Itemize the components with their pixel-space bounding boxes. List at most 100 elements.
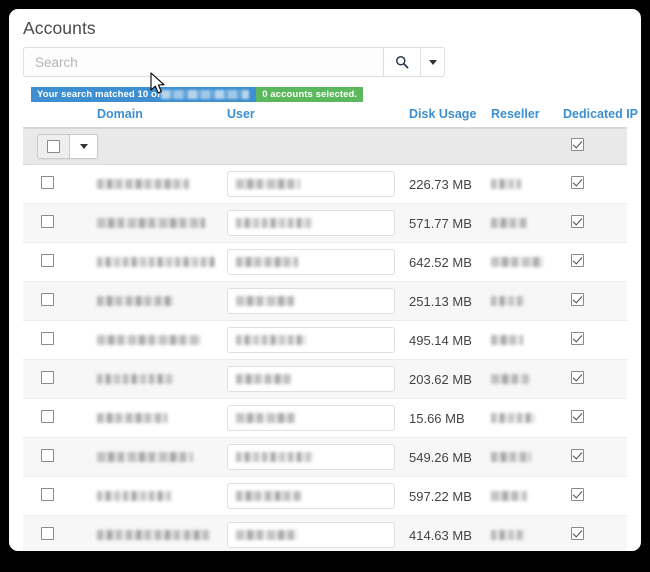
disk-usage-cell: 495.14 MB	[409, 320, 491, 360]
dedicated-ip-cell	[563, 515, 627, 551]
redacted-domain	[97, 217, 205, 228]
table-row[interactable]: 203.62 MB	[23, 359, 627, 399]
search-button[interactable]	[383, 47, 421, 77]
row-select-checkbox[interactable]	[41, 254, 54, 267]
redacted-reseller	[491, 529, 525, 540]
search-input[interactable]	[23, 47, 383, 77]
row-select-checkbox[interactable]	[41, 449, 54, 462]
reseller-cell	[491, 203, 563, 243]
user-cell	[227, 242, 409, 282]
select-all-cell	[23, 128, 563, 165]
row-select-checkbox[interactable]	[41, 176, 54, 189]
select-all-checkbox[interactable]	[47, 140, 60, 153]
row-select-cell	[23, 476, 97, 516]
row-select-checkbox[interactable]	[41, 410, 54, 423]
redacted-reseller	[491, 373, 529, 384]
table-row[interactable]: 642.52 MB	[23, 242, 627, 282]
domain-cell	[97, 320, 227, 360]
accounts-card: Accounts Your search matched 10 of 0 acc…	[9, 9, 641, 551]
page-title: Accounts	[23, 18, 96, 38]
domain-cell	[97, 242, 227, 282]
redacted-domain	[97, 412, 167, 423]
chevron-down-icon	[428, 59, 437, 65]
table-row[interactable]: 15.66 MB	[23, 398, 627, 438]
dedicated-ip-cell	[563, 281, 627, 321]
disk-usage-cell: 15.66 MB	[409, 398, 491, 438]
dedicated-ip-checkbox[interactable]	[571, 371, 584, 384]
user-input[interactable]	[227, 366, 395, 392]
user-input[interactable]	[227, 288, 395, 314]
dedicated-ip-cell	[563, 203, 627, 243]
table-row[interactable]: 571.77 MB	[23, 203, 627, 243]
row-select-cell	[23, 359, 97, 399]
table-row[interactable]: 414.63 MB	[23, 515, 627, 551]
dedicated-ip-checkbox[interactable]	[571, 215, 584, 228]
user-input[interactable]	[227, 249, 395, 275]
dedicated-ip-cell	[563, 242, 627, 282]
row-select-checkbox[interactable]	[41, 371, 54, 384]
table-row[interactable]: 549.26 MB	[23, 437, 627, 477]
select-all-dropdown-button[interactable]	[70, 134, 98, 159]
user-input[interactable]	[227, 522, 395, 548]
user-input[interactable]	[227, 483, 395, 509]
dedicated-ip-checkbox[interactable]	[571, 449, 584, 462]
row-select-cell	[23, 242, 97, 282]
row-select-checkbox[interactable]	[41, 488, 54, 501]
user-input[interactable]	[227, 405, 395, 431]
disk-usage-cell: 549.26 MB	[409, 437, 491, 477]
table-header-row: Domain User Disk Usage Reseller Dedicate…	[23, 105, 638, 129]
search-match-text: Your search matched 10 of	[37, 89, 161, 100]
select-all-dedicated-ip-cell	[563, 128, 627, 165]
dedicated-ip-checkbox[interactable]	[571, 332, 584, 345]
select-all-button-group	[37, 134, 98, 159]
dedicated-ip-checkbox[interactable]	[571, 293, 584, 306]
redacted-user	[236, 218, 312, 228]
table-row[interactable]: 251.13 MB	[23, 281, 627, 321]
row-select-cell	[23, 320, 97, 360]
redacted-reseller	[491, 334, 523, 345]
dedicated-ip-checkbox[interactable]	[571, 176, 584, 189]
user-input[interactable]	[227, 210, 395, 236]
select-all-checkbox-button[interactable]	[37, 134, 70, 159]
user-input[interactable]	[227, 171, 395, 197]
column-header-domain[interactable]: Domain	[97, 105, 227, 129]
dedicated-ip-checkbox[interactable]	[571, 410, 584, 423]
dedicated-ip-checkbox[interactable]	[571, 527, 584, 540]
domain-cell	[97, 281, 227, 321]
column-header-user[interactable]: User	[227, 105, 409, 129]
reseller-cell	[491, 281, 563, 321]
reseller-cell	[491, 437, 563, 477]
disk-usage-cell: 642.52 MB	[409, 242, 491, 282]
chevron-down-icon	[79, 144, 88, 149]
table-row[interactable]: 495.14 MB	[23, 320, 627, 360]
reseller-cell	[491, 320, 563, 360]
redacted-domain	[97, 373, 175, 384]
domain-cell	[97, 437, 227, 477]
user-cell	[227, 203, 409, 243]
row-select-checkbox[interactable]	[41, 527, 54, 540]
row-select-cell	[23, 203, 97, 243]
search-options-dropdown-button[interactable]	[421, 47, 445, 77]
accounts-table-wrapper: Domain User Disk Usage Reseller Dedicate…	[23, 105, 638, 551]
dedicated-ip-header-checkbox[interactable]	[571, 137, 584, 151]
dedicated-ip-checkbox[interactable]	[571, 254, 584, 267]
table-row[interactable]: 597.22 MB	[23, 476, 627, 516]
select-all-row	[23, 128, 627, 165]
column-header-dedicated-ip[interactable]: Dedicated IP	[563, 105, 638, 129]
reseller-cell	[491, 515, 563, 551]
reseller-cell	[491, 164, 563, 204]
accounts-table: Domain User Disk Usage Reseller Dedicate…	[23, 105, 638, 551]
user-input[interactable]	[227, 327, 395, 353]
row-select-checkbox[interactable]	[41, 293, 54, 306]
column-header-reseller[interactable]: Reseller	[491, 105, 563, 129]
row-select-checkbox[interactable]	[41, 332, 54, 345]
column-header-disk-usage[interactable]: Disk Usage	[409, 105, 491, 129]
dedicated-ip-checkbox[interactable]	[571, 488, 584, 501]
table-row[interactable]: 226.73 MB	[23, 164, 627, 204]
domain-cell	[97, 164, 227, 204]
domain-cell	[97, 398, 227, 438]
accounts-selected-badge: 0 accounts selected.	[256, 87, 364, 102]
user-input[interactable]	[227, 444, 395, 470]
row-select-checkbox[interactable]	[41, 215, 54, 228]
status-badges: Your search matched 10 of 0 accounts sel…	[31, 87, 364, 102]
